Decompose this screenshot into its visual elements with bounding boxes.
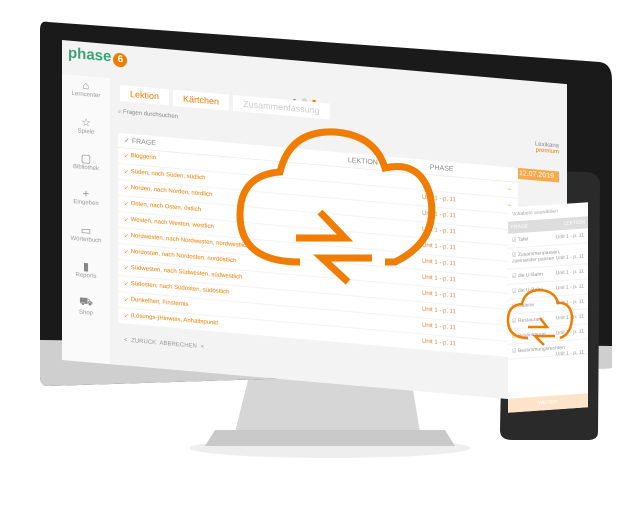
cloud-sync-icon <box>236 128 574 346</box>
